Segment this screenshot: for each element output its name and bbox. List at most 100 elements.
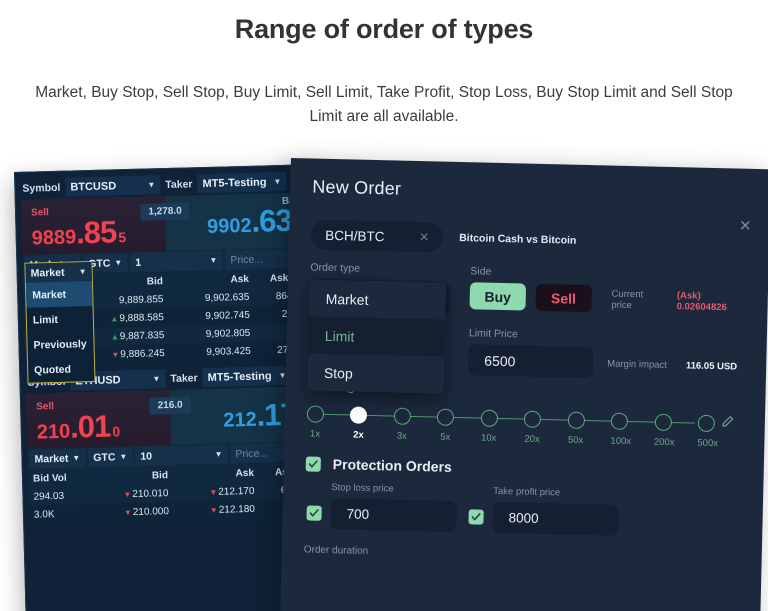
limit-price-input[interactable]: 6500	[467, 344, 594, 379]
price-strip: Sell 9889 .85 5 Buy 9902 .63 5	[20, 192, 311, 255]
buy-price-frac: .63	[251, 202, 293, 239]
menu-item-stop[interactable]: Stop	[308, 353, 445, 393]
sell-price-int: 210	[36, 420, 71, 444]
arrow-down-icon: ▼	[209, 487, 218, 497]
arrow-down-icon: ▼	[123, 507, 132, 517]
menu-item-previously[interactable]: Previously	[27, 331, 94, 358]
quantity-select[interactable]: 1 ▼	[130, 250, 223, 272]
arrow-down-icon: ▼	[111, 349, 120, 360]
order-type-value: Market	[34, 452, 69, 466]
slider-handles	[306, 404, 716, 432]
price-input[interactable]: Price...	[225, 248, 292, 270]
arrow-down-icon: ▼	[123, 489, 132, 499]
orderbook-rows-ethusd: 294.03 ▼210.010 ▼212.170 676.92 3.0K ▼21…	[28, 480, 318, 524]
menu-item-market[interactable]: Market	[309, 279, 446, 319]
clear-icon[interactable]: ✕	[419, 230, 429, 244]
protection-orders-label: Protection Orders	[332, 456, 452, 475]
chevron-down-icon: ▼	[114, 258, 123, 268]
leverage-dot-500x[interactable]	[697, 414, 716, 432]
leverage-label-500x: 500x	[697, 437, 719, 450]
sell-label: Sell	[30, 207, 50, 219]
leverage-dot-5x[interactable]	[437, 408, 455, 426]
mt5-order-type-dropdown[interactable]: Market ▼ Market Limit Previously Quoted	[24, 260, 96, 384]
cell-ask: 9,903.425	[206, 345, 251, 358]
leverage-dot-3x[interactable]	[393, 406, 412, 425]
leverage-dot-10x[interactable]	[480, 409, 498, 427]
order-type-label: Order type	[310, 261, 361, 275]
col-bid: Bid	[151, 469, 169, 481]
chevron-down-icon: ▼	[119, 452, 128, 462]
symbol-chip-label: BCH/BTC	[325, 227, 385, 244]
price-placeholder: Price...	[230, 253, 264, 266]
menu-item-quoted[interactable]: Quoted	[28, 356, 95, 383]
stop-loss-checkbox[interactable]	[306, 505, 322, 521]
limit-price-label: Limit Price	[468, 327, 519, 341]
close-icon[interactable]: ✕	[739, 218, 752, 235]
taker-value: MT5-Testing	[202, 175, 267, 190]
side-column: Side Buy Sell Current price (Ask) 0.0260…	[448, 265, 747, 382]
menu-item-limit[interactable]: Limit	[27, 306, 94, 333]
menu-item-market[interactable]: Market	[25, 280, 93, 308]
stop-loss-group: Stop loss price 700	[306, 481, 457, 532]
cell-bid-vol: 294.03	[33, 490, 65, 503]
tif-select[interactable]: GTC ▼	[88, 447, 133, 468]
new-order-window: New Order ✕ BCH/BTC ✕ Bitcoin Cash vs Bi…	[279, 158, 768, 611]
mt5-window-body: Symbol BTCUSD ▼ Taker MT5-Testing ▼ ✕ Se…	[14, 164, 326, 611]
mt5-ticket-ethusd: Symbol ETHUSD ▼ Taker MT5-Testing ▼ ✕ Se…	[25, 363, 318, 524]
chevron-down-icon: ▼	[152, 374, 161, 384]
order-type-select[interactable]: Market ▼	[29, 448, 86, 469]
buy-price-int: 9902	[206, 214, 252, 238]
protection-orders-row: Protection Orders	[305, 455, 742, 481]
order-duration-label: Order duration	[303, 544, 369, 557]
order-type-column: Order type Market Limit Stop	[307, 261, 451, 394]
quantity-value: 10	[140, 449, 153, 463]
new-order-body: New Order ✕ BCH/BTC ✕ Bitcoin Cash vs Bi…	[279, 158, 768, 611]
leverage-dot-100x[interactable]	[610, 412, 629, 430]
leverage-dot-200x[interactable]	[654, 413, 672, 431]
symbol-label: Symbol	[22, 181, 61, 195]
sell-button[interactable]: Sell	[535, 283, 592, 313]
leverage-dot-2x[interactable]	[350, 405, 368, 424]
sell-price: 9889 .85 5	[31, 214, 158, 250]
taker-select[interactable]: MT5-Testing ▼	[197, 171, 287, 194]
leverage-dot-50x[interactable]	[567, 411, 585, 429]
taker-select[interactable]: MT5-Testing ▼	[202, 365, 292, 388]
taker-value: MT5-Testing	[207, 369, 272, 384]
leverage-dot-1x[interactable]	[306, 404, 325, 423]
take-profit-field-wrap: Take profit price 8000	[492, 486, 619, 536]
margin-impact-label: Margin impact	[607, 358, 668, 371]
mt5-trading-window: Symbol BTCUSD ▼ Taker MT5-Testing ▼ ✕ Se…	[14, 164, 326, 611]
chevron-down-icon: ▼	[78, 267, 87, 277]
symbol-select[interactable]: BTCUSD ▼	[65, 175, 161, 197]
col-ask: Ask	[235, 467, 255, 479]
dropdown-current[interactable]: Market ▼	[25, 262, 92, 283]
buy-button[interactable]: Buy	[469, 282, 526, 311]
order-type-dropdown[interactable]: Market Limit Stop	[307, 279, 447, 394]
take-profit-checkbox[interactable]	[468, 509, 484, 525]
edit-icon[interactable]	[721, 414, 735, 433]
cell-ask: ▼212.170	[209, 485, 255, 498]
sell-price-frac: .01	[69, 408, 111, 445]
cell-ask: 9,902.745	[205, 309, 250, 322]
mt5-ticket-btcusd: Symbol BTCUSD ▼ Taker MT5-Testing ▼ ✕ Se…	[20, 169, 313, 384]
take-profit-input[interactable]: 8000	[492, 501, 619, 536]
symbol-description: Bitcoin Cash vs Bitcoin	[459, 231, 577, 247]
quantity-select[interactable]: 10 ▼	[135, 444, 228, 466]
menu-item-limit[interactable]: Limit	[308, 316, 446, 357]
price-placeholder: Price...	[235, 446, 269, 460]
current-price-label: Current price	[611, 288, 644, 311]
stop-loss-input[interactable]: 700	[330, 498, 457, 532]
new-order-title: New Order	[312, 176, 402, 199]
dropdown-current-label: Market	[30, 266, 65, 280]
leverage-dot-20x[interactable]	[523, 410, 542, 428]
sell-label: Sell	[36, 401, 55, 413]
protection-orders-section: Protection Orders Stop loss price 700 Ta…	[304, 455, 742, 565]
col-bid: Bid	[146, 275, 164, 288]
protection-orders-checkbox[interactable]	[305, 455, 321, 472]
arrow-down-icon: ▼	[209, 505, 218, 515]
leverage-label-3x: 3x	[396, 430, 407, 442]
take-profit-group: Take profit price 8000	[468, 485, 619, 536]
symbol-chip[interactable]: BCH/BTC ✕	[310, 219, 444, 253]
symbol-row: BCH/BTC ✕ Bitcoin Cash vs Bitcoin	[310, 219, 748, 260]
col-ask: Ask	[230, 273, 250, 285]
